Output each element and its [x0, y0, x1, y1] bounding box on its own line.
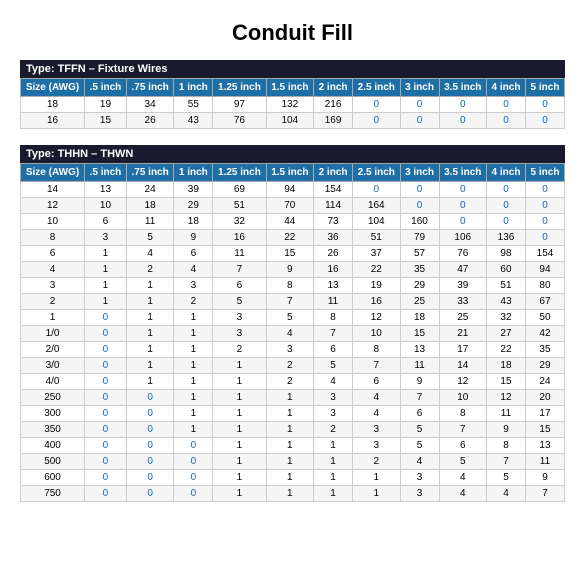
table-row: 311368131929395180 [21, 278, 565, 294]
tffn-header: Type: TFFN – Fixture Wires [20, 60, 565, 78]
table-row: 10113581218253250 [21, 310, 565, 326]
table-row: 211257111625334367 [21, 294, 565, 310]
thhn-header: Type: THHN – THWN [20, 145, 565, 163]
table-row: 4/001112469121524 [21, 374, 565, 390]
table-row: 2/0011236813172235 [21, 342, 565, 358]
table-row: 614611152637577698154 [21, 246, 565, 262]
table-row: 835916223651791061360 [21, 230, 565, 246]
thhn-rows: 1413243969941540000012101829517011416400… [21, 182, 565, 502]
tffn-section: Type: TFFN – Fixture Wires Size (AWG).5 … [20, 60, 565, 129]
table-row: 412479162235476094 [21, 262, 565, 278]
thhn-column-headers: Size (AWG).5 inch.75 inch1 inch1.25 inch… [21, 164, 565, 182]
table-row: 14132439699415400000 [21, 182, 565, 198]
table-row: 350001112357915 [21, 422, 565, 438]
table-row: 1210182951701141640000 [21, 198, 565, 214]
table-row: 1061118324473104160000 [21, 214, 565, 230]
table-row: 3000011134681117 [21, 406, 565, 422]
table-row: 3/0011125711141829 [21, 358, 565, 374]
table-row: 181934559713221600000 [21, 97, 565, 113]
table-row: 1/00113471015212742 [21, 326, 565, 342]
table-row: 25000111347101220 [21, 390, 565, 406]
thhn-section: Type: THHN – THWN Size (AWG).5 inch.75 i… [20, 145, 565, 502]
table-row: 60000011113459 [21, 470, 565, 486]
table-row: 400000111356813 [21, 438, 565, 454]
table-row: 75000011113447 [21, 486, 565, 502]
page-title: Conduit Fill [20, 20, 565, 46]
tffn-table: Size (AWG).5 inch.75 inch1 inch1.25 inch… [20, 78, 565, 129]
table-row: 500000111245711 [21, 454, 565, 470]
tffn-rows: 1819345597132216000001615264376104169000… [21, 97, 565, 129]
tffn-column-headers: Size (AWG).5 inch.75 inch1 inch1.25 inch… [21, 79, 565, 97]
table-row: 161526437610416900000 [21, 113, 565, 129]
thhn-table: Size (AWG).5 inch.75 inch1 inch1.25 inch… [20, 163, 565, 502]
